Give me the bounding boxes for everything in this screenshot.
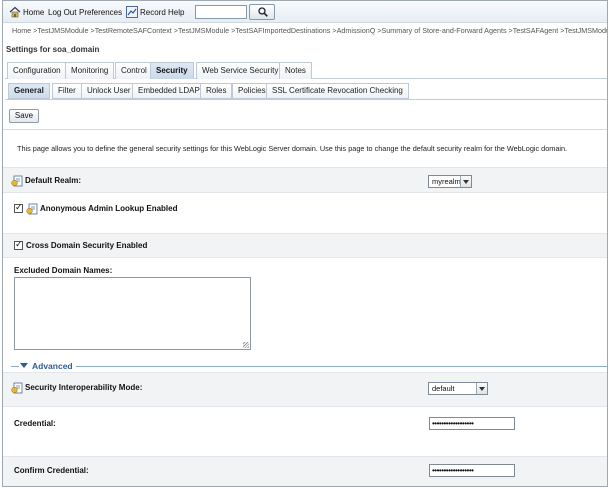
subtab-general[interactable]: General: [8, 83, 50, 99]
resize-grip-icon[interactable]: [243, 342, 249, 348]
tab-notes[interactable]: Notes: [279, 62, 312, 79]
logout-link[interactable]: Log Out: [48, 7, 76, 19]
sub-tabs: General Filter Unlock User Embedded LDAP…: [5, 83, 607, 100]
cross-domain-checkbox[interactable]: [14, 239, 23, 250]
subtab-ssl-revocation[interactable]: SSL Certificate Revocation Checking: [266, 83, 409, 99]
tab-configuration[interactable]: Configuration: [7, 62, 67, 79]
app-window: Home Log Out Preferences Record Help Hom…: [2, 0, 608, 487]
excluded-domains-label: Excluded Domain Names:: [14, 266, 113, 275]
interop-mode-select[interactable]: default: [428, 382, 488, 395]
record-icon: [126, 6, 138, 18]
default-realm-row: Default Realm: myrealm: [3, 167, 607, 193]
help-link[interactable]: Help: [168, 7, 184, 19]
confirm-credential-row: Confirm Credential: ••••••••••••••••••: [3, 456, 607, 486]
policy-icon: [26, 203, 38, 215]
default-realm-select[interactable]: myrealm: [428, 175, 472, 188]
search-icon: [258, 7, 268, 17]
interop-mode-value: default: [432, 384, 455, 393]
subtab-roles[interactable]: Roles: [200, 83, 233, 99]
default-realm-label: Default Realm:: [25, 176, 82, 185]
subtab-unlock-user[interactable]: Unlock User: [81, 83, 137, 99]
page-description: This page allows you to define the gener…: [17, 144, 568, 153]
anon-admin-label: Anonymous Admin Lookup Enabled: [40, 204, 178, 213]
confirm-credential-input[interactable]: ••••••••••••••••••: [429, 464, 515, 477]
preferences-link[interactable]: Preferences: [79, 7, 122, 19]
tab-security[interactable]: Security: [150, 62, 194, 79]
top-toolbar: Home Log Out Preferences Record Help: [3, 1, 607, 23]
page-title: Settings for soa_domain: [6, 45, 100, 54]
advanced-label: Advanced: [32, 361, 73, 371]
credential-input[interactable]: ••••••••••••••••••: [429, 417, 515, 430]
excluded-domains-textarea[interactable]: [14, 277, 251, 350]
main-tabs: Configuration Monitoring Control Securit…: [5, 62, 607, 79]
policy-icon: [11, 175, 23, 187]
record-link[interactable]: Record: [140, 7, 166, 19]
tab-control[interactable]: Control: [115, 62, 153, 79]
default-realm-value: myrealm: [432, 177, 461, 186]
save-button[interactable]: Save: [9, 109, 39, 123]
interop-mode-row: Security Interoperability Mode: default: [3, 372, 607, 407]
home-icon: [9, 6, 21, 18]
triangle-down-icon: [20, 363, 28, 368]
advanced-divider: [11, 366, 607, 367]
search-input[interactable]: [195, 5, 247, 19]
credential-label: Credential:: [14, 419, 56, 428]
chevron-down-icon: [460, 176, 471, 187]
home-link[interactable]: Home: [23, 7, 44, 19]
chevron-down-icon: [476, 383, 487, 394]
divider: [3, 129, 607, 130]
search-button[interactable]: [249, 4, 275, 20]
tab-web-service-security[interactable]: Web Service Security: [196, 62, 285, 79]
anon-admin-checkbox[interactable]: [14, 202, 23, 213]
confirm-credential-label: Confirm Credential:: [14, 466, 89, 475]
anon-admin-row: Anonymous Admin Lookup Enabled: [3, 199, 607, 223]
interop-mode-label: Security Interoperability Mode:: [25, 383, 143, 392]
subtab-filter[interactable]: Filter: [52, 83, 82, 99]
cross-domain-label: Cross Domain Security Enabled: [26, 241, 148, 250]
policy-icon: [11, 382, 23, 394]
tab-monitoring[interactable]: Monitoring: [65, 62, 115, 79]
breadcrumb[interactable]: Home >TestJMSModule >TestRemoteSAFContex…: [12, 25, 607, 37]
subtab-embedded-ldap[interactable]: Embedded LDAP: [132, 83, 206, 99]
cross-domain-row: Cross Domain Security Enabled: [3, 233, 607, 258]
